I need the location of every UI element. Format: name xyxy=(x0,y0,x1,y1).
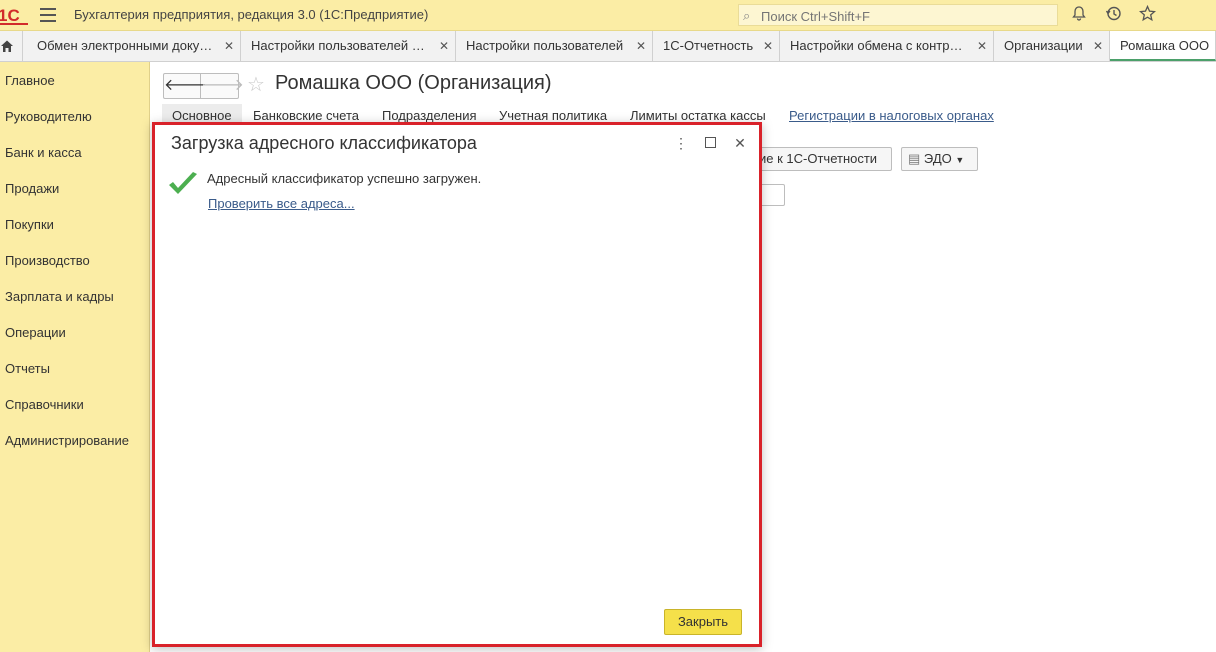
main-menu-icon[interactable] xyxy=(40,8,56,22)
tab-organizations[interactable]: Организации ✕ xyxy=(994,31,1110,61)
sidebar-item-reports[interactable]: Отчеты xyxy=(5,361,50,376)
tab-tax-registrations[interactable]: Регистрации в налоговых органах xyxy=(789,104,994,128)
tab-1c-reporting[interactable]: 1С-Отчетность ✕ xyxy=(653,31,780,61)
close-icon[interactable]: ✕ xyxy=(1093,31,1103,61)
tab-edo-exchange[interactable]: Обмен электронными доку… ✕ xyxy=(27,31,241,61)
more-actions-icon[interactable]: ⋮ xyxy=(673,135,689,151)
sidebar-item-payroll[interactable]: Зарплата и кадры xyxy=(5,289,114,304)
tab-label: Ромашка ООО xyxy=(1120,38,1210,53)
title-bar: 1С Бухгалтерия предприятия, редакция 3.0… xyxy=(0,0,1216,31)
back-arrow-icon[interactable]: 🡐 xyxy=(164,74,207,98)
sidebar-item-manager[interactable]: Руководителю xyxy=(5,109,92,124)
sidebar-item-sales[interactable]: Продажи xyxy=(5,181,59,196)
tab-label: Настройки пользователей xyxy=(466,38,624,53)
navigation-buttons: 🡐 🡒 xyxy=(163,73,244,99)
edo-button-label: ЭДО xyxy=(923,151,952,166)
close-button[interactable]: Закрыть xyxy=(664,609,742,635)
logo-text: 1С xyxy=(0,6,20,25)
tab-label: Настройки пользователей … xyxy=(251,38,425,53)
connect-button-label: ие к 1С-Отчетности xyxy=(759,151,878,166)
search-box[interactable]: ⌕ xyxy=(738,4,1058,26)
tab-user-settings-1[interactable]: Настройки пользователей … ✕ xyxy=(241,31,456,61)
sidebar-item-purchases[interactable]: Покупки xyxy=(5,217,54,232)
forward-arrow-icon[interactable]: 🡒 xyxy=(201,74,244,98)
sidebar-item-administration[interactable]: Администрирование xyxy=(5,433,129,448)
tab-romashka[interactable]: Ромашка ООО xyxy=(1110,31,1216,61)
tab-label: 1С-Отчетность xyxy=(663,38,754,53)
sidebar-item-directories[interactable]: Справочники xyxy=(5,397,84,412)
tab-user-settings-2[interactable]: Настройки пользователей ✕ xyxy=(456,31,653,61)
search-icon: ⌕ xyxy=(743,8,751,23)
close-icon[interactable]: ✕ xyxy=(224,31,234,61)
tab-label: Обмен электронными доку… xyxy=(37,38,213,53)
sidebar-item-main[interactable]: Главное xyxy=(5,73,55,88)
sidebar-item-operations[interactable]: Операции xyxy=(5,325,66,340)
success-check-icon xyxy=(169,172,197,194)
close-icon[interactable]: ✕ xyxy=(732,135,748,151)
sidebar-item-bank[interactable]: Банк и касса xyxy=(5,145,82,160)
address-classifier-dialog: Загрузка адресного классификатора ⋮ ✕ Ад… xyxy=(152,122,762,647)
success-message: Адресный классификатор успешно загружен. xyxy=(207,171,482,186)
maximize-icon[interactable] xyxy=(702,135,718,151)
page-title: Ромашка ООО (Организация) xyxy=(275,72,552,94)
home-icon xyxy=(1,40,13,52)
sidebar-item-production[interactable]: Производство xyxy=(5,253,90,268)
close-icon[interactable]: ✕ xyxy=(763,31,773,61)
1c-logo-icon[interactable]: 1С xyxy=(0,5,28,25)
chevron-down-icon: ▼ xyxy=(955,155,965,165)
edo-button[interactable]: ▤ ЭДО ▼ xyxy=(901,147,978,171)
favorites-star-icon[interactable] xyxy=(1137,4,1157,25)
home-tab[interactable] xyxy=(0,31,23,61)
check-all-addresses-link[interactable]: Проверить все адреса... xyxy=(208,196,355,211)
dialog-title: Загрузка адресного классификатора xyxy=(171,133,477,153)
notification-bell-icon[interactable] xyxy=(1069,5,1089,25)
tab-label: Настройки обмена с контр… xyxy=(790,38,963,53)
sections-sidebar: Главное Руководителю Банк и касса Продаж… xyxy=(0,62,150,652)
close-icon[interactable]: ✕ xyxy=(977,31,987,61)
tab-exchange-settings[interactable]: Настройки обмена с контр… ✕ xyxy=(780,31,994,61)
open-windows-tabbar: Обмен электронными доку… ✕ Настройки пол… xyxy=(0,31,1216,62)
tab-label: Организации xyxy=(1004,38,1083,53)
close-icon[interactable]: ✕ xyxy=(439,31,449,61)
search-input[interactable] xyxy=(759,7,1053,25)
edo-icon: ▤ xyxy=(908,151,921,166)
favorite-star-icon[interactable]: ☆ xyxy=(247,72,265,97)
close-icon[interactable]: ✕ xyxy=(636,31,646,61)
app-title: Бухгалтерия предприятия, редакция 3.0 (1… xyxy=(74,7,429,22)
history-icon[interactable] xyxy=(1103,5,1123,25)
